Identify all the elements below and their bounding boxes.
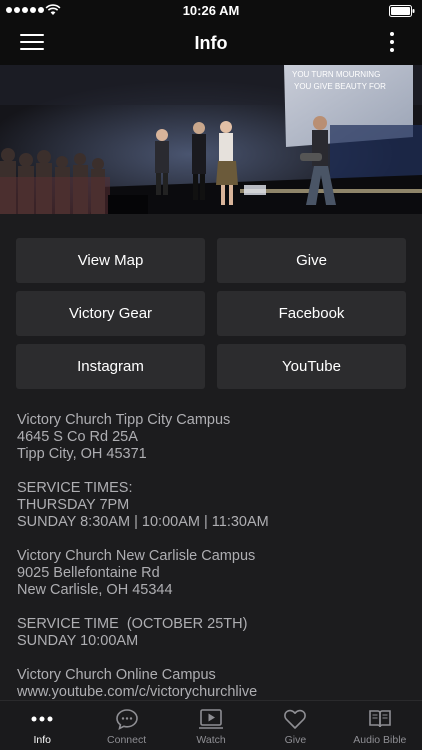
hero-image: YOU TURN MOURNING YOU GIVE BEAUTY FOR: [0, 65, 422, 214]
online-campus: Victory Church Online Campus www.youtube…: [17, 667, 407, 701]
tab-connect[interactable]: Connect: [84, 701, 168, 750]
campus-street: 9025 Bellefontaine Rd: [17, 565, 160, 581]
victory-gear-button[interactable]: Victory Gear: [16, 291, 205, 336]
facebook-button[interactable]: Facebook: [217, 291, 406, 336]
campus-street: 4645 S Co Rd 25A: [17, 429, 138, 445]
more-dots-icon: [29, 707, 55, 731]
service-heading: SERVICE TIME (OCTOBER 25TH): [17, 616, 248, 632]
tab-bar: Info Connect Watch Give Audio Bible: [0, 700, 422, 750]
campus-city: New Carlisle, OH 45344: [17, 582, 173, 598]
online-campus-link[interactable]: www.youtube.com/c/victorychurchlive: [17, 684, 407, 701]
tipp-city-campus: Victory Church Tipp City Campus 4645 S C…: [17, 412, 407, 463]
tab-audio-bible[interactable]: Audio Bible: [338, 701, 422, 750]
service-line: SUNDAY 8:30AM | 10:00AM | 11:30AM: [17, 514, 269, 530]
screen-lyric-2: YOU GIVE BEAUTY FOR: [294, 82, 386, 91]
campus-city: Tipp City, OH 45371: [17, 446, 147, 462]
view-map-button[interactable]: View Map: [16, 238, 205, 283]
book-icon: [367, 707, 393, 731]
tab-watch[interactable]: Watch: [169, 701, 253, 750]
new-carlisle-campus: Victory Church New Carlisle Campus 9025 …: [17, 548, 407, 599]
tipp-city-service-times: SERVICE TIMES: THURSDAY 7PM SUNDAY 8:30A…: [17, 480, 407, 531]
screen-lyric-1: YOU TURN MOURNING: [292, 70, 380, 79]
campus-name: Victory Church Online Campus: [17, 667, 216, 683]
video-play-icon: [198, 707, 224, 731]
campus-name: Victory Church Tipp City Campus: [17, 412, 231, 428]
service-line: THURSDAY 7PM: [17, 497, 130, 513]
tab-label: Watch: [196, 734, 226, 746]
tab-label: Info: [33, 734, 51, 746]
chat-bubble-icon: [114, 707, 140, 731]
battery-icon: [389, 5, 415, 17]
tab-label: Give: [284, 734, 307, 746]
service-line: SUNDAY 10:00AM: [17, 633, 139, 649]
tab-label: Audio Bible: [353, 734, 407, 746]
tab-give[interactable]: Give: [253, 701, 337, 750]
page-title: Info: [194, 33, 228, 53]
more-options-icon[interactable]: [388, 32, 396, 56]
give-button[interactable]: Give: [217, 238, 406, 283]
status-bar: 10:26 AM: [0, 0, 422, 22]
status-time: 10:26 AM: [182, 3, 240, 18]
new-carlisle-service-time: SERVICE TIME (OCTOBER 25TH) SUNDAY 10:00…: [17, 616, 407, 650]
heart-icon: [282, 707, 308, 731]
tab-info[interactable]: Info: [0, 701, 84, 750]
campus-name: Victory Church New Carlisle Campus: [17, 548, 256, 564]
service-heading: SERVICE TIMES:: [17, 480, 133, 496]
campus-info: Victory Church Tipp City Campus 4645 S C…: [17, 412, 407, 718]
instagram-button[interactable]: Instagram: [16, 344, 205, 389]
youtube-button[interactable]: YouTube: [217, 344, 406, 389]
navigation-bar: Info: [0, 22, 422, 65]
tab-label: Connect: [107, 734, 147, 746]
